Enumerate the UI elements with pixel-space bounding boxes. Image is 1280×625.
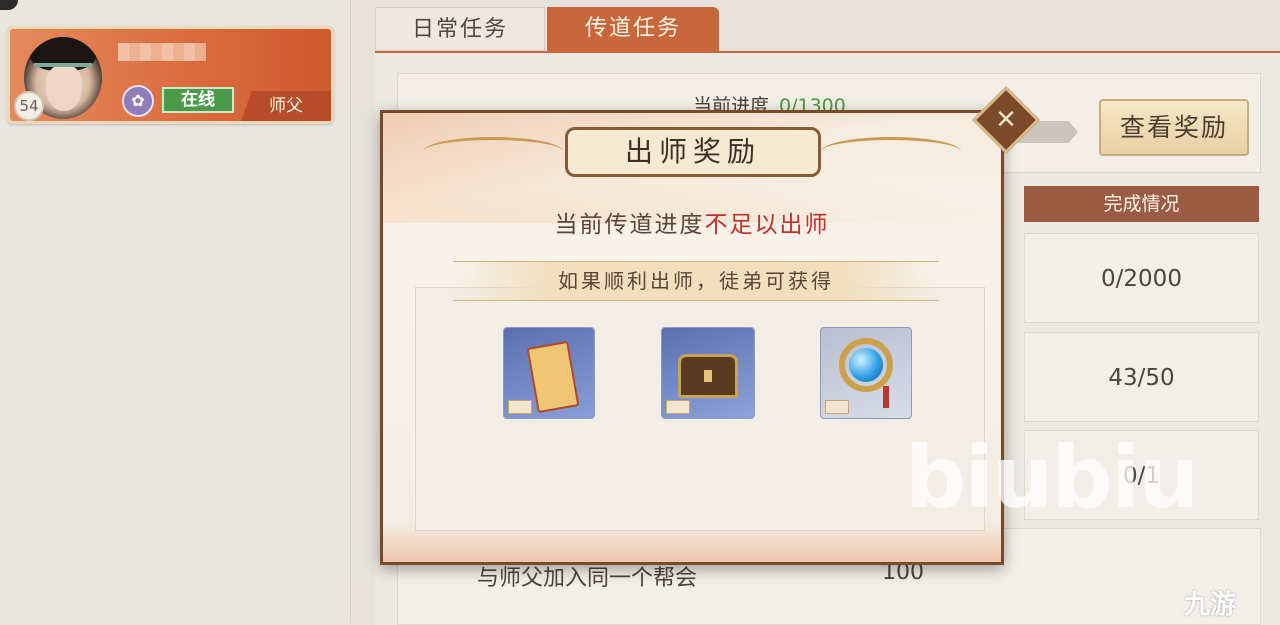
table-row: 0/2000 [1024,233,1259,323]
cloud-ornament-left [423,137,563,166]
message-normal-text: 当前传道进度 [554,212,705,238]
scroll-icon [526,340,580,414]
bound-tag-icon [825,400,849,414]
biubiu-watermark: biubiu [905,428,1200,528]
blurred-player-name [118,43,206,61]
flower-icon: ✿ [122,85,154,117]
tab-daily-tasks[interactable]: 日常任务 [375,7,545,51]
view-reward-button[interactable]: 查看奖励 [1099,99,1249,156]
reward-item-pendant[interactable] [820,327,912,419]
role-tag: 师父 [241,91,331,121]
reward-item-scroll[interactable] [503,327,595,419]
avatar-face [46,65,82,111]
bound-tag-icon [666,400,690,414]
reward-item-chest[interactable] [661,327,755,419]
online-status-badge: 在线 [162,87,234,113]
tassel-icon [883,386,889,408]
message-warn-text: 不足以出师 [704,212,830,238]
player-card[interactable]: 54 ✿ 在线 师父 [7,26,334,124]
cloud-ornament-right [821,137,961,166]
table-row: 43/50 [1024,332,1259,422]
site-watermark: 九游 [1184,590,1237,620]
chest-lock-icon [704,370,712,382]
bound-tag-icon [508,400,532,414]
level-badge: 54 [14,91,44,121]
tab-mentor-tasks[interactable]: 传道任务 [547,7,719,51]
player-list-panel: 54 ✿ 在线 师父 [0,0,351,623]
progress-warning-message: 当前传道进度不足以出师 [383,205,1001,239]
close-icon[interactable]: ✕ [982,96,1030,144]
window-corner [0,0,18,10]
modal-title: 出师奖励 [565,127,821,177]
avatar-headband [34,63,92,67]
reward-subtitle: 如果顺利出师，徒弟可获得 [453,261,939,301]
completion-column-header: 完成情况 [1024,186,1259,222]
blue-gem-icon [849,348,883,382]
